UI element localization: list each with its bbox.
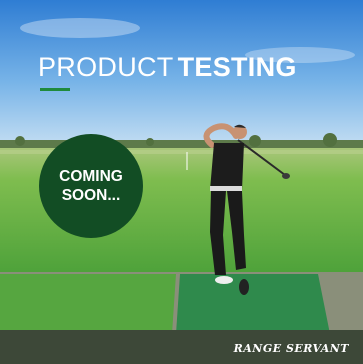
accent-underline [40,88,70,91]
golfer-shirt [210,143,244,190]
hitting-mat-left [0,274,176,334]
coming-soon-badge: COMING SOON... [39,134,143,238]
badge-text: COMING SOON... [59,168,123,204]
cloud [20,18,140,38]
promo-graphic: PRODUCT TESTING COMING SOON... RANGE SERV… [0,0,363,364]
headline: PRODUCT TESTING [38,52,297,83]
headline-bold: TESTING [177,52,297,82]
hitting-mat-right [176,274,330,334]
brand-logo: RANGE SERVANT [233,342,349,355]
tree-line [0,140,363,148]
headline-light: PRODUCT [38,52,174,82]
